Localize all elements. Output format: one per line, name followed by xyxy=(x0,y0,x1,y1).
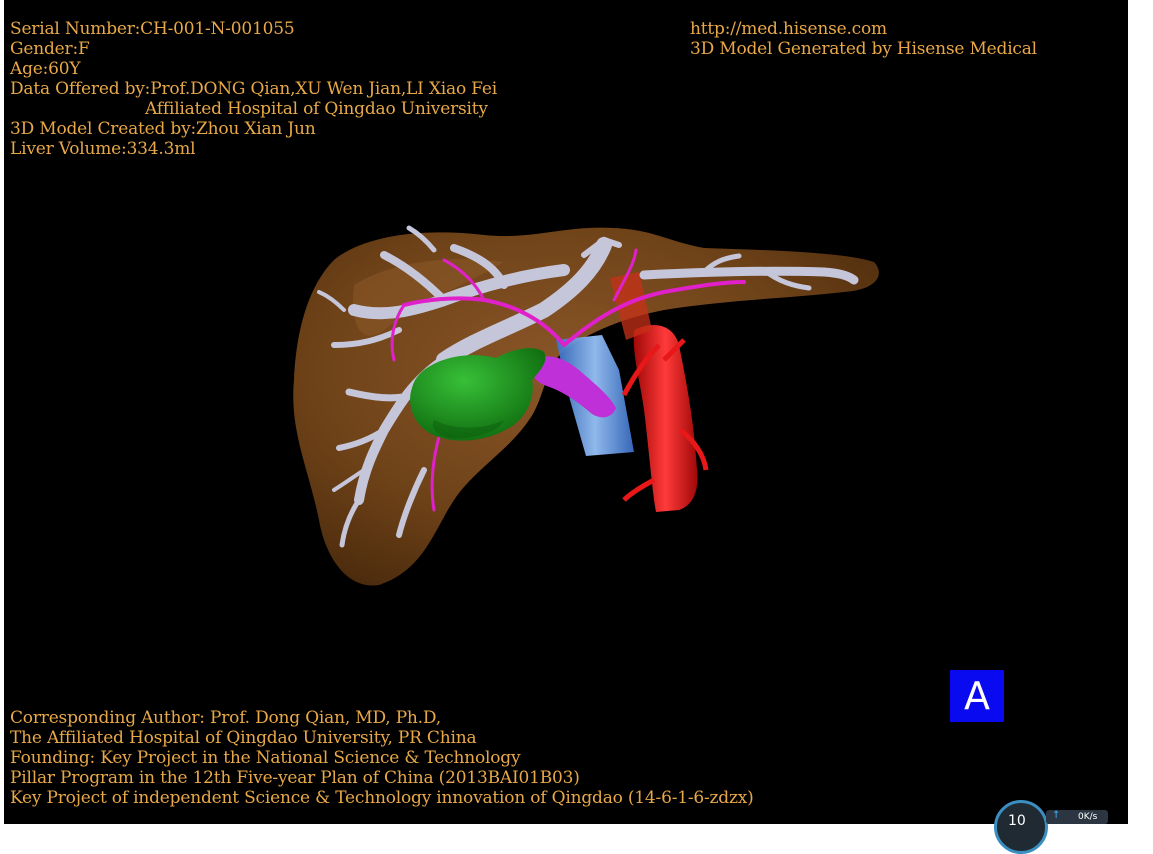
hospital-name: Affiliated Hospital of Qingdao Universit… xyxy=(145,99,488,119)
generated-by: 3D Model Generated by Hisense Medical xyxy=(690,39,1037,59)
footer-pillar-program: Pillar Program in the 12th Five-year Pla… xyxy=(10,768,580,788)
gauge-number: 10 xyxy=(1008,813,1026,829)
model-created-by: 3D Model Created by:Zhou Xian Jun xyxy=(10,119,316,139)
serial-number: Serial Number:CH-001-N-001055 xyxy=(10,19,295,39)
network-speed-widget[interactable]: 10 ↑ 0K/s xyxy=(994,800,1110,854)
network-speed: 0K/s xyxy=(1078,812,1098,822)
footer-key-project: Key Project of independent Science & Tec… xyxy=(10,788,754,808)
3d-viewport[interactable]: Serial Number:CH-001-N-001055 Gender:F A… xyxy=(4,0,1128,824)
footer-affiliation: The Affiliated Hospital of Qingdao Unive… xyxy=(10,728,477,748)
age: Age:60Y xyxy=(10,59,81,79)
website-url: http://med.hisense.com xyxy=(690,19,887,39)
gender: Gender:F xyxy=(10,39,90,59)
liver-volume: Liver Volume:334.3ml xyxy=(10,139,196,159)
footer-corresponding-author: Corresponding Author: Prof. Dong Qian, M… xyxy=(10,708,441,728)
view-label-badge[interactable]: A xyxy=(950,670,1004,722)
data-offered-by: Data Offered by:Prof.DONG Qian,XU Wen Ji… xyxy=(10,79,497,99)
window-border xyxy=(1128,0,1153,824)
footer-founding: Founding: Key Project in the National Sc… xyxy=(10,748,521,768)
upload-arrow-icon: ↑ xyxy=(1052,810,1061,821)
